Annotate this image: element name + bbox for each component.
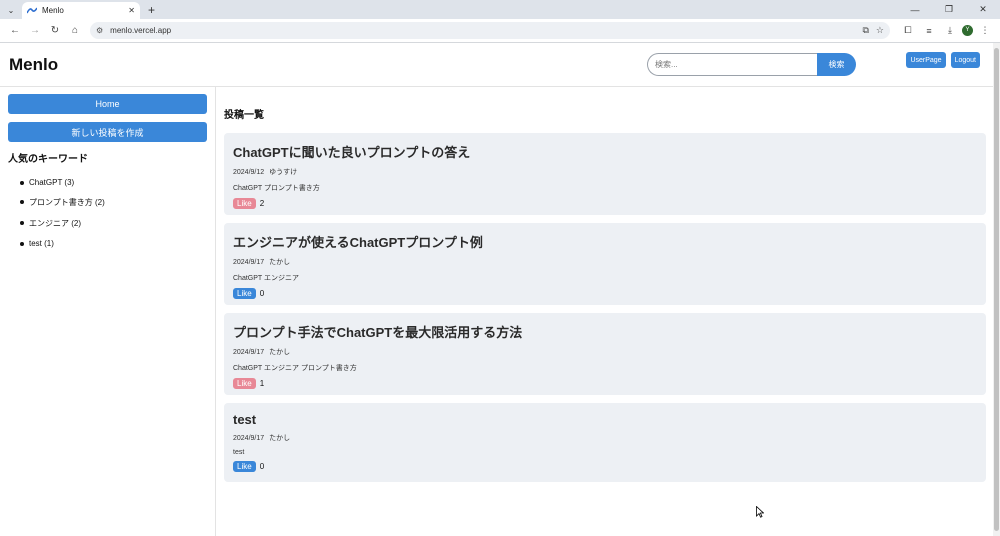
- post-tags: test: [233, 449, 245, 456]
- keyword-label: プロンプト書き方 (2): [29, 198, 105, 207]
- forward-icon[interactable]: →: [26, 22, 44, 40]
- tab-close-icon[interactable]: ✕: [128, 6, 135, 15]
- mouse-cursor-icon: [756, 505, 765, 523]
- bookmark-star-icon[interactable]: ☆: [876, 25, 884, 36]
- post-tags: ChatGPT エンジニア: [233, 275, 299, 282]
- post-meta: 2024/9/17 たかし: [233, 347, 977, 357]
- browser-tab[interactable]: Menlo ✕: [22, 2, 140, 19]
- keyword-item[interactable]: エンジニア (2): [8, 218, 207, 229]
- tab-search-icon[interactable]: ⌄: [3, 3, 19, 17]
- reload-icon[interactable]: ↻: [46, 22, 64, 40]
- header-actions: UserPage Logout: [906, 52, 980, 68]
- back-icon[interactable]: ←: [6, 22, 24, 40]
- post-date: 2024/9/17: [233, 259, 265, 266]
- like-row: Like 2: [233, 198, 977, 209]
- extensions-icon[interactable]: ⧠: [899, 25, 917, 36]
- site-favicon-icon: [27, 7, 37, 15]
- keyword-list: ChatGPT (3) プロンプト書き方 (2) エンジニア (2) test …: [8, 178, 207, 248]
- like-count: 2: [259, 199, 265, 208]
- app-header: Menlo 検索 UserPage Logout: [0, 43, 993, 87]
- like-count: 1: [259, 379, 265, 388]
- userpage-button[interactable]: UserPage: [906, 52, 946, 68]
- tab-title: Menlo: [42, 6, 64, 15]
- page-title: 投稿一覧: [224, 110, 264, 121]
- profile-avatar[interactable]: Y: [962, 25, 973, 36]
- search-form: 検索: [647, 53, 856, 76]
- like-row: Like 0: [233, 288, 977, 299]
- app: Menlo 検索 UserPage Logout Home 新しい投稿を作成 人…: [0, 43, 993, 536]
- browser-toolbar: ← → ↻ ⌂ ⚙ menlo.vercel.app ⧉ ☆ ⧠ ≡ ⤓ Y ⋮: [0, 19, 1000, 43]
- post-author: たかし: [269, 259, 291, 266]
- like-button[interactable]: Like: [233, 198, 256, 209]
- main-content: 投稿一覧 ChatGPTに聞いた良いプロンプトの答え 2024/9/12 ゆうすけ…: [224, 87, 986, 490]
- keyword-label: ChatGPT (3): [29, 178, 75, 187]
- post-meta: 2024/9/12 ゆうすけ: [233, 167, 977, 177]
- post-meta: 2024/9/17 たかし: [233, 257, 977, 267]
- window-close-icon[interactable]: ✕: [966, 4, 1000, 15]
- home-button[interactable]: Home: [8, 94, 207, 114]
- post-meta: 2024/9/17 たかし: [233, 433, 977, 443]
- post-tags: ChatGPT エンジニア プロンプト書き方: [233, 365, 357, 372]
- post-date: 2024/9/12: [233, 169, 265, 176]
- logo[interactable]: Menlo: [9, 55, 58, 75]
- post-title[interactable]: ChatGPTに聞いた良いプロンプトの答え: [233, 142, 977, 161]
- search-button[interactable]: 検索: [817, 53, 856, 76]
- address-bar[interactable]: ⚙ menlo.vercel.app ⧉ ☆: [90, 22, 890, 39]
- logout-button[interactable]: Logout: [950, 52, 980, 68]
- like-button[interactable]: Like: [233, 461, 256, 472]
- url-text: menlo.vercel.app: [110, 26, 172, 35]
- like-row: Like 1: [233, 378, 977, 389]
- like-button[interactable]: Like: [233, 288, 256, 299]
- sidebar: Home 新しい投稿を作成 人気のキーワード ChatGPT (3) プロンプト…: [0, 87, 216, 536]
- scrollbar-thumb[interactable]: [994, 48, 999, 531]
- minimize-icon[interactable]: —: [898, 5, 932, 15]
- keyword-item[interactable]: ChatGPT (3): [8, 178, 207, 187]
- keyword-item[interactable]: プロンプト書き方 (2): [8, 197, 207, 208]
- like-count: 0: [259, 462, 265, 471]
- post-tags: ChatGPT プロンプト書き方: [233, 185, 320, 192]
- post-title[interactable]: test: [233, 412, 977, 427]
- new-tab-icon[interactable]: +: [148, 3, 155, 17]
- new-post-button[interactable]: 新しい投稿を作成: [8, 122, 207, 142]
- keywords-title: 人気のキーワード: [8, 154, 88, 165]
- download-icon[interactable]: ⤓: [941, 25, 959, 36]
- post-author: ゆうすけ: [269, 169, 298, 176]
- install-app-icon[interactable]: ⧉: [862, 25, 868, 36]
- post-card[interactable]: プロンプト手法でChatGPTを最大限活用する方法 2024/9/17 たかし C…: [224, 313, 986, 395]
- page-scrollbar[interactable]: [993, 43, 1000, 536]
- window-controls: — ❐ ✕: [898, 0, 1000, 19]
- restore-icon[interactable]: ❐: [932, 4, 966, 15]
- post-title[interactable]: エンジニアが使えるChatGPTプロンプト例: [233, 232, 977, 251]
- like-row: Like 0: [233, 461, 977, 472]
- browser-tab-bar: ⌄ Menlo ✕ + — ❐ ✕: [0, 0, 1000, 19]
- post-author: たかし: [269, 349, 291, 356]
- post-title[interactable]: プロンプト手法でChatGPTを最大限活用する方法: [233, 322, 977, 341]
- like-count: 0: [259, 289, 265, 298]
- post-card[interactable]: ChatGPTに聞いた良いプロンプトの答え 2024/9/12 ゆうすけ Chat…: [224, 133, 986, 215]
- like-button[interactable]: Like: [233, 378, 256, 389]
- post-date: 2024/9/17: [233, 349, 265, 356]
- home-icon[interactable]: ⌂: [66, 22, 84, 40]
- keyword-item[interactable]: test (1): [8, 239, 207, 248]
- site-info-icon[interactable]: ⚙: [96, 26, 103, 35]
- media-icon[interactable]: ≡: [920, 26, 938, 36]
- post-card[interactable]: test 2024/9/17 たかし test Like 0: [224, 403, 986, 482]
- post-card[interactable]: エンジニアが使えるChatGPTプロンプト例 2024/9/17 たかし Chat…: [224, 223, 986, 305]
- search-input[interactable]: [647, 53, 817, 76]
- browser-menu-icon[interactable]: ⋮: [976, 25, 994, 36]
- keyword-label: test (1): [29, 239, 54, 248]
- keyword-label: エンジニア (2): [29, 219, 81, 228]
- post-author: たかし: [269, 435, 291, 442]
- post-date: 2024/9/17: [233, 435, 265, 442]
